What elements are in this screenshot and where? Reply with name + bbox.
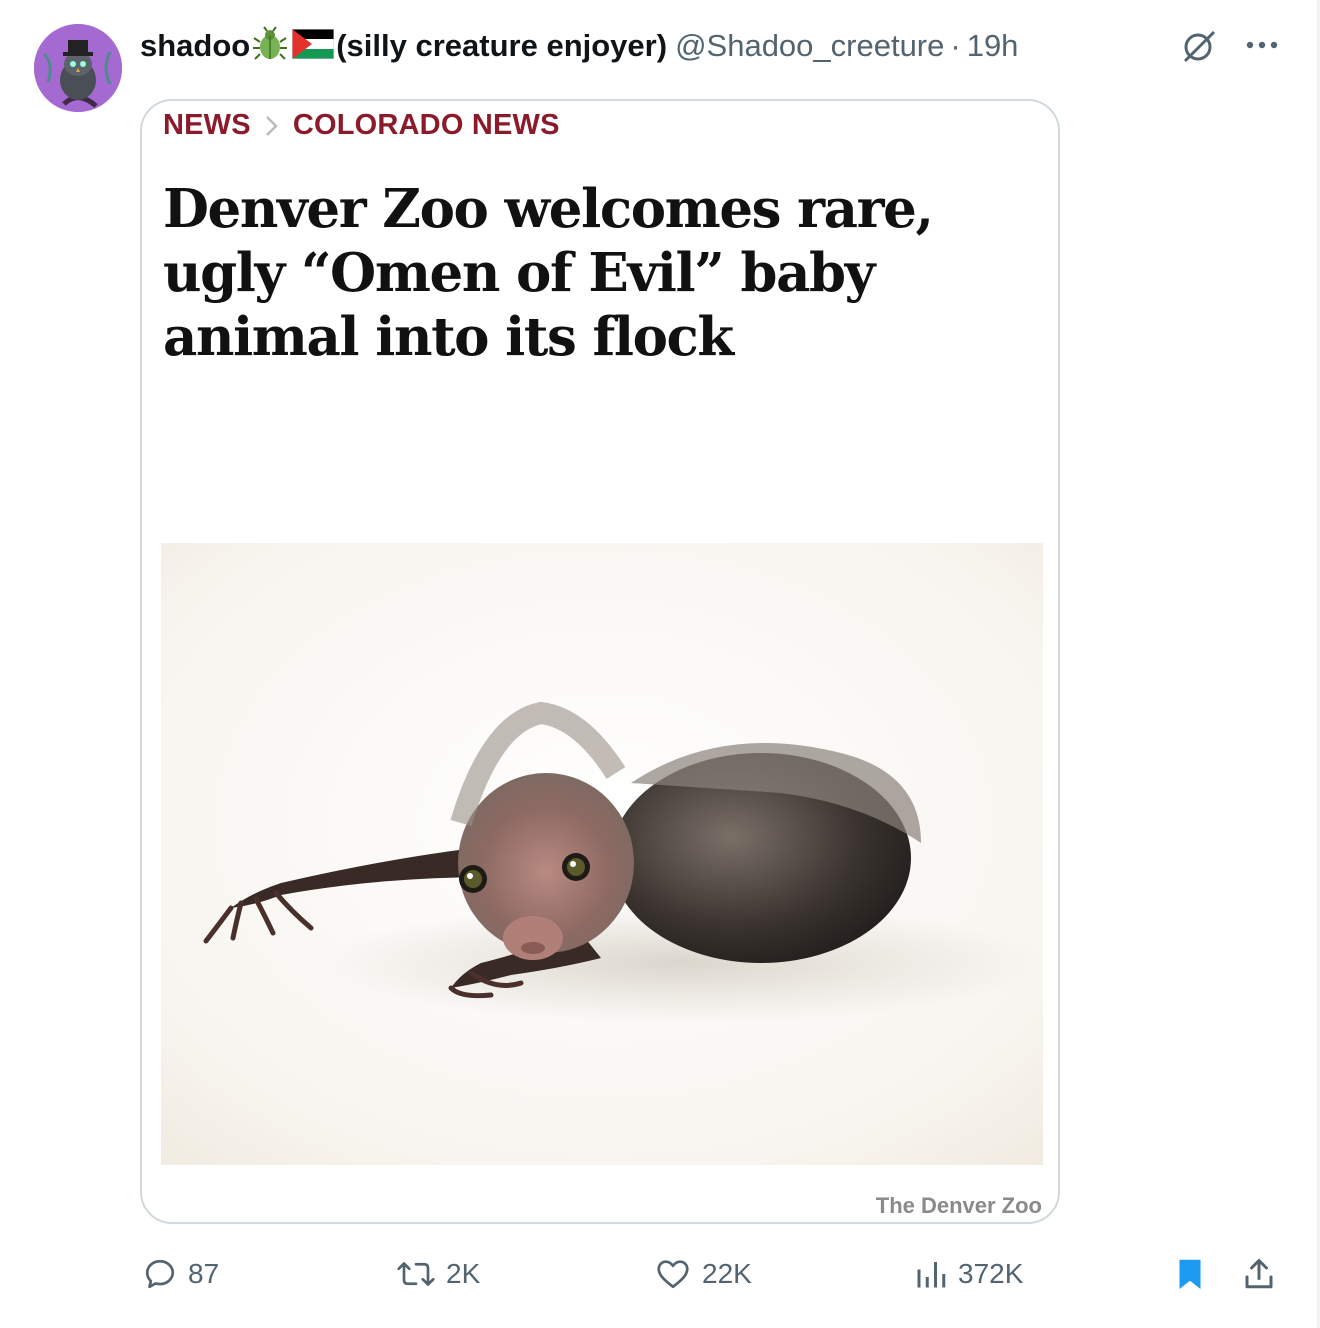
breadcrumb-colorado-news: COLORADO NEWS	[292, 109, 560, 141]
repost-icon	[397, 1262, 435, 1286]
share-icon	[1245, 1259, 1273, 1289]
headline-line: animal into its flock	[163, 306, 734, 368]
display-name-suffix[interactable]: (silly creature enjoyer)	[336, 28, 667, 64]
tweet-timestamp[interactable]: 19h	[967, 28, 1019, 64]
reply-button[interactable]: 87	[142, 1252, 219, 1296]
views-count: 372K	[958, 1258, 1024, 1289]
photo-credit: The Denver Zoo	[875, 1193, 1042, 1218]
bookmark-button[interactable]	[1174, 1252, 1206, 1296]
user-handle[interactable]: @Shadoo_creeture	[675, 28, 944, 64]
aye-aye-photo	[161, 543, 1043, 1165]
repost-count: 2K	[446, 1258, 481, 1289]
reply-count: 87	[188, 1258, 220, 1289]
palestine-flag-emoji-icon	[291, 28, 335, 64]
views-button[interactable]: 372K	[914, 1252, 1023, 1296]
chevron-right-icon	[265, 114, 279, 138]
like-button[interactable]: 22K	[654, 1252, 752, 1296]
breadcrumb-news: NEWS	[163, 109, 251, 141]
user-avatar[interactable]	[34, 24, 122, 112]
bar-chart-icon	[917, 1262, 946, 1288]
share-button[interactable]	[1242, 1252, 1276, 1296]
display-name[interactable]: shadoo	[140, 28, 250, 64]
heart-icon	[657, 1260, 689, 1289]
tweet-header: shadoo (silly creature enjoyer) @Shadoo_…	[140, 24, 1018, 68]
grok-icon[interactable]	[1180, 26, 1220, 66]
repost-button[interactable]: 2K	[396, 1252, 480, 1296]
owl-avatar-icon	[34, 24, 122, 112]
headline-line: ugly “Omen of Evil” baby	[163, 242, 875, 304]
breadcrumb: NEWS COLORADO NEWS	[163, 109, 560, 142]
more-icon[interactable]	[1242, 30, 1282, 60]
article-image-card[interactable]: NEWS COLORADO NEWS Denver Zoo welcomes r…	[140, 99, 1060, 1224]
article-headline: Denver Zoo welcomes rare, ugly “Omen of …	[163, 177, 1023, 369]
bookmark-icon	[1179, 1259, 1201, 1289]
headline-line: Denver Zoo welcomes rare,	[163, 178, 934, 240]
separator-dot: ·	[950, 28, 961, 63]
like-count: 22K	[702, 1258, 752, 1289]
beetle-emoji-icon	[252, 25, 288, 67]
tweet-actions: 87 2K 22K 372K	[140, 1252, 1290, 1296]
reply-icon	[145, 1259, 175, 1289]
